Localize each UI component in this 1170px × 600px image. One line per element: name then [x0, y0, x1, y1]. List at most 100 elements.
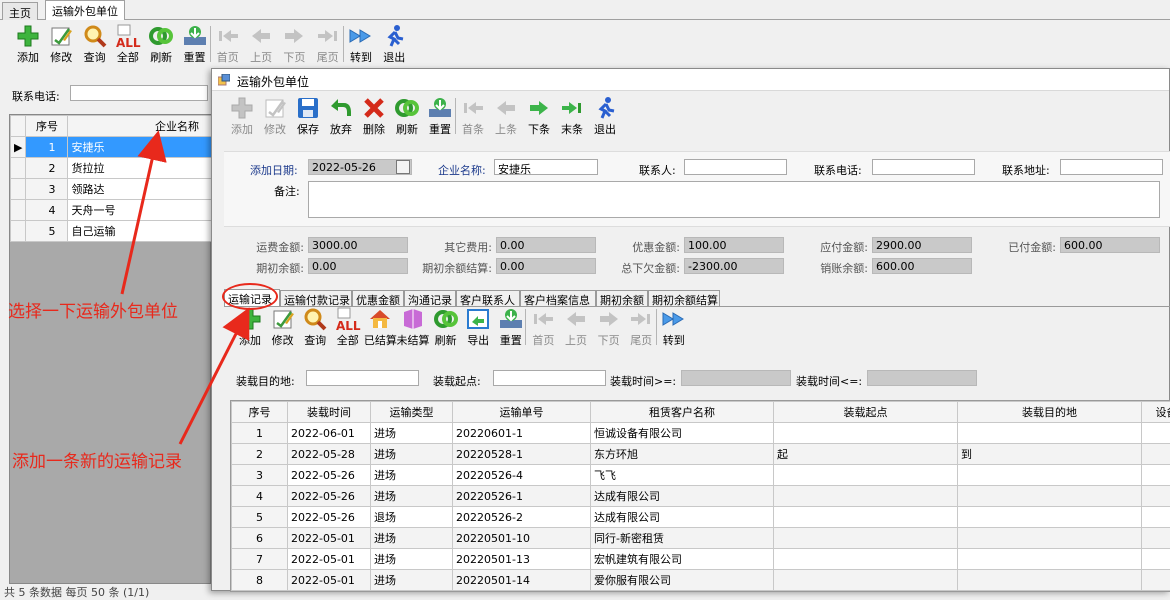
- outer-exit-button[interactable]: 退出: [378, 24, 410, 65]
- outer-goto-button[interactable]: 转到: [345, 24, 377, 65]
- col-header-company[interactable]: 企业名称: [68, 116, 212, 137]
- outer-reset-button[interactable]: 重置: [179, 24, 211, 65]
- dialog-refresh-button[interactable]: 刷新: [391, 96, 423, 137]
- inner-first-button[interactable]: 首页: [527, 307, 559, 348]
- outer-search-button[interactable]: 查询: [79, 24, 111, 65]
- col-header[interactable]: 运输单号: [453, 402, 591, 423]
- toolbar-separator: [525, 309, 526, 345]
- table-cell: [958, 570, 1142, 591]
- inner-last-button[interactable]: 尾页: [625, 307, 657, 348]
- all-icon: ALL: [115, 24, 141, 48]
- row-indicator: [11, 179, 26, 200]
- inner-tab[interactable]: 期初余额结算: [648, 290, 720, 306]
- company-input[interactable]: 安捷乐: [494, 159, 598, 175]
- summary-value: -2300.00: [684, 258, 784, 274]
- outer-first-button[interactable]: 首页: [212, 24, 244, 65]
- col-header[interactable]: 序号: [232, 402, 288, 423]
- dialog-exit-button[interactable]: 退出: [589, 96, 621, 137]
- remark-textarea[interactable]: [308, 181, 1160, 218]
- table-cell: 爱你服有限公司: [591, 570, 774, 591]
- inner-tab[interactable]: 期初余额: [596, 290, 648, 306]
- table-cell: 20220601-1: [453, 423, 591, 444]
- inner-next-button[interactable]: 下页: [593, 307, 625, 348]
- toolbar-separator: [343, 26, 344, 62]
- outer-plus-button[interactable]: 添加: [12, 24, 44, 65]
- table-row[interactable]: 22022-05-28进场20220528-1东方环旭起到: [232, 444, 1170, 465]
- calendar-icon[interactable]: [396, 160, 410, 174]
- outer-prev-button[interactable]: 上页: [245, 24, 277, 65]
- exit-icon: [381, 24, 407, 48]
- dialog-first-button[interactable]: 首条: [457, 96, 489, 137]
- col-header[interactable]: 装载时间: [288, 402, 371, 423]
- inner-all-button[interactable]: ALL全部: [332, 307, 364, 348]
- phone-filter-input[interactable]: [70, 85, 208, 101]
- outer-last-button[interactable]: 尾页: [312, 24, 344, 65]
- table-row[interactable]: 42022-05-26进场20220526-1达成有限公司: [232, 486, 1170, 507]
- tab-transport-outsource[interactable]: 运输外包单位: [45, 0, 125, 20]
- table-row[interactable]: 5自己运输: [11, 221, 212, 242]
- time-to-input[interactable]: [867, 370, 977, 386]
- note-select-unit: 选择一下运输外包单位: [8, 297, 178, 322]
- dialog-undo-button[interactable]: 放弃: [325, 96, 357, 137]
- table-row[interactable]: 12022-06-01进场20220601-1恒诚设备有限公司: [232, 423, 1170, 444]
- inner-tab[interactable]: 优惠金额: [352, 290, 404, 306]
- col-header[interactable]: 运输类型: [371, 402, 453, 423]
- dialog-next-button[interactable]: 下条: [523, 96, 555, 137]
- dialog-save-button[interactable]: 保存: [292, 96, 324, 137]
- outer-all-button[interactable]: ALL全部: [112, 24, 144, 65]
- inner-book-button[interactable]: 未结算: [397, 307, 429, 348]
- table-row[interactable]: 72022-05-01进场20220501-13宏帆建筑有限公司: [232, 549, 1170, 570]
- table-cell: [774, 423, 958, 444]
- dialog-reset-button[interactable]: 重置: [424, 96, 456, 137]
- left-grid: 序号 企业名称 ▶1安捷乐2货拉拉3领路达4天舟一号5自己运输: [10, 115, 212, 242]
- inner-button-label: 刷新: [435, 332, 457, 348]
- dialog-button-label: 下条: [528, 121, 550, 137]
- outer-edit-button[interactable]: 修改: [45, 24, 77, 65]
- table-row[interactable]: 3领路达: [11, 179, 212, 200]
- dialog-prev-button[interactable]: 上条: [490, 96, 522, 137]
- inner-tab[interactable]: 沟通记录: [404, 290, 456, 306]
- table-cell: [958, 528, 1142, 549]
- inner-tab[interactable]: 运输付款记录: [280, 290, 352, 306]
- inner-tab[interactable]: 客户档案信息: [520, 290, 596, 306]
- inner-refresh-button[interactable]: 刷新: [430, 307, 462, 348]
- outer-refresh-button[interactable]: 刷新: [145, 24, 177, 65]
- table-cell: 7: [232, 549, 288, 570]
- time-from-input[interactable]: [681, 370, 791, 386]
- table-row[interactable]: 32022-05-26进场20220526-4飞飞: [232, 465, 1170, 486]
- inner-house-button[interactable]: 已结算: [364, 307, 396, 348]
- origin-filter-input[interactable]: [493, 370, 606, 386]
- dialog-plus-button[interactable]: 添加: [226, 96, 258, 137]
- col-header[interactable]: 设备: [1142, 402, 1170, 423]
- cell-company: 自己运输: [68, 221, 212, 242]
- address-input[interactable]: [1060, 159, 1163, 175]
- tab-home[interactable]: 主页: [2, 2, 38, 20]
- inner-export-button[interactable]: 导出: [462, 307, 494, 348]
- table-row[interactable]: 52022-05-26退场20220526-2达成有限公司: [232, 507, 1170, 528]
- table-row[interactable]: 2货拉拉: [11, 158, 212, 179]
- dialog-button-label: 添加: [231, 121, 253, 137]
- outer-next-button[interactable]: 下页: [278, 24, 310, 65]
- phone-input[interactable]: [872, 159, 975, 175]
- table-row[interactable]: 62022-05-01进场20220501-10同行-新密租赁: [232, 528, 1170, 549]
- dest-filter-input[interactable]: [306, 370, 419, 386]
- inner-prev-button[interactable]: 上页: [560, 307, 592, 348]
- inner-reset-button[interactable]: 重置: [495, 307, 527, 348]
- summary-label: 已付金额:: [972, 239, 1056, 255]
- col-header[interactable]: 租赁客户名称: [591, 402, 774, 423]
- inner-edit-button[interactable]: 修改: [267, 307, 299, 348]
- inner-search-button[interactable]: 查询: [299, 307, 331, 348]
- contact-input[interactable]: [684, 159, 787, 175]
- inner-tab[interactable]: 客户联系人: [456, 290, 520, 306]
- inner-plus-button[interactable]: 添加: [234, 307, 266, 348]
- dialog-edit-button[interactable]: 修改: [259, 96, 291, 137]
- col-header[interactable]: 装载起点: [774, 402, 958, 423]
- table-row[interactable]: 82022-05-01进场20220501-14爱你服有限公司: [232, 570, 1170, 591]
- col-header[interactable]: 装载目的地: [958, 402, 1142, 423]
- table-row[interactable]: ▶1安捷乐: [11, 137, 212, 158]
- table-row[interactable]: 4天舟一号: [11, 200, 212, 221]
- dialog-delete-button[interactable]: 删除: [358, 96, 390, 137]
- col-header-no[interactable]: 序号: [26, 116, 68, 137]
- inner-goto-button[interactable]: 转到: [658, 307, 690, 348]
- dialog-last-button[interactable]: 末条: [556, 96, 588, 137]
